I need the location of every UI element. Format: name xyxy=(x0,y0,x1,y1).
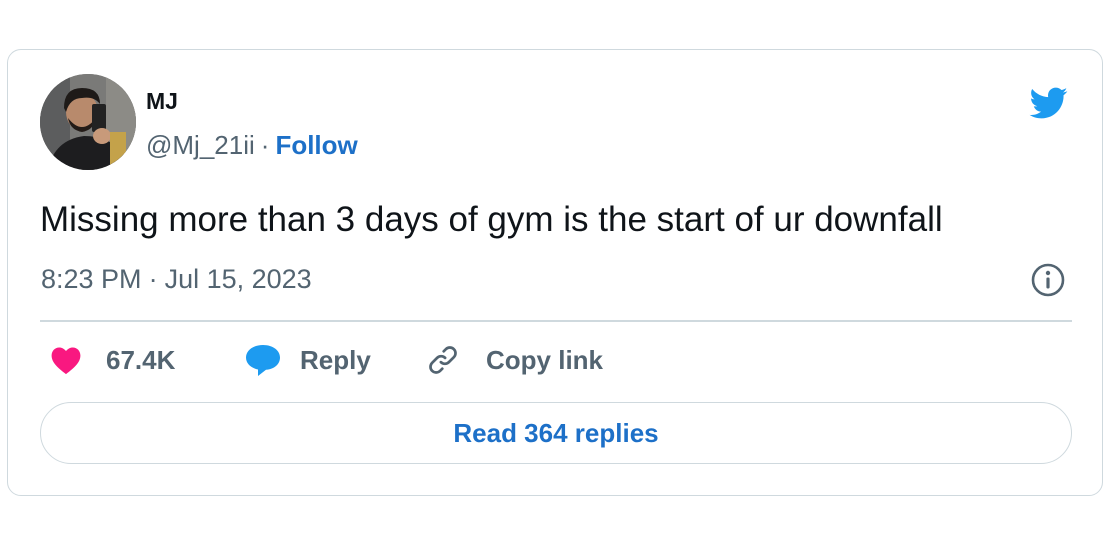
follow-link[interactable]: Follow xyxy=(275,130,357,160)
separator-dot: · xyxy=(148,264,158,294)
link-icon xyxy=(429,346,457,374)
author-name[interactable]: MJ xyxy=(146,88,178,114)
twitter-bird-icon[interactable] xyxy=(1023,83,1073,123)
info-icon[interactable] xyxy=(1030,262,1066,298)
tweet-text: Missing more than 3 days of gym is the s… xyxy=(40,200,943,239)
tweet-date: Jul 15, 2023 xyxy=(164,264,312,294)
reply-button[interactable]: Reply xyxy=(244,340,371,380)
read-replies-label: Read 364 replies xyxy=(453,417,659,448)
reply-label: Reply xyxy=(300,344,371,375)
tweet-timestamp[interactable]: 8:23 PM · Jul 15, 2023 xyxy=(41,262,312,296)
avatar-photo xyxy=(40,74,136,170)
author-handle-row: @Mj_21ii · Follow xyxy=(146,130,358,160)
avatar[interactable] xyxy=(40,74,136,170)
like-count: 67.4K xyxy=(106,344,176,375)
separator-dot: · xyxy=(260,130,270,160)
read-replies-button[interactable]: Read 364 replies xyxy=(40,402,1072,464)
copy-link-button[interactable]: Copy link xyxy=(426,340,603,380)
tweet-embed-card: MJ @Mj_21ii · Follow Missing more than 3 d… xyxy=(7,49,1103,496)
copy-link-label: Copy link xyxy=(486,344,604,375)
like-button[interactable]: 67.4K xyxy=(50,340,175,380)
heart-icon xyxy=(51,347,81,375)
speech-bubble-icon xyxy=(246,345,280,376)
divider xyxy=(40,320,1072,322)
tweet-time: 8:23 PM xyxy=(41,264,142,294)
author-handle[interactable]: @Mj_21ii xyxy=(146,130,255,160)
